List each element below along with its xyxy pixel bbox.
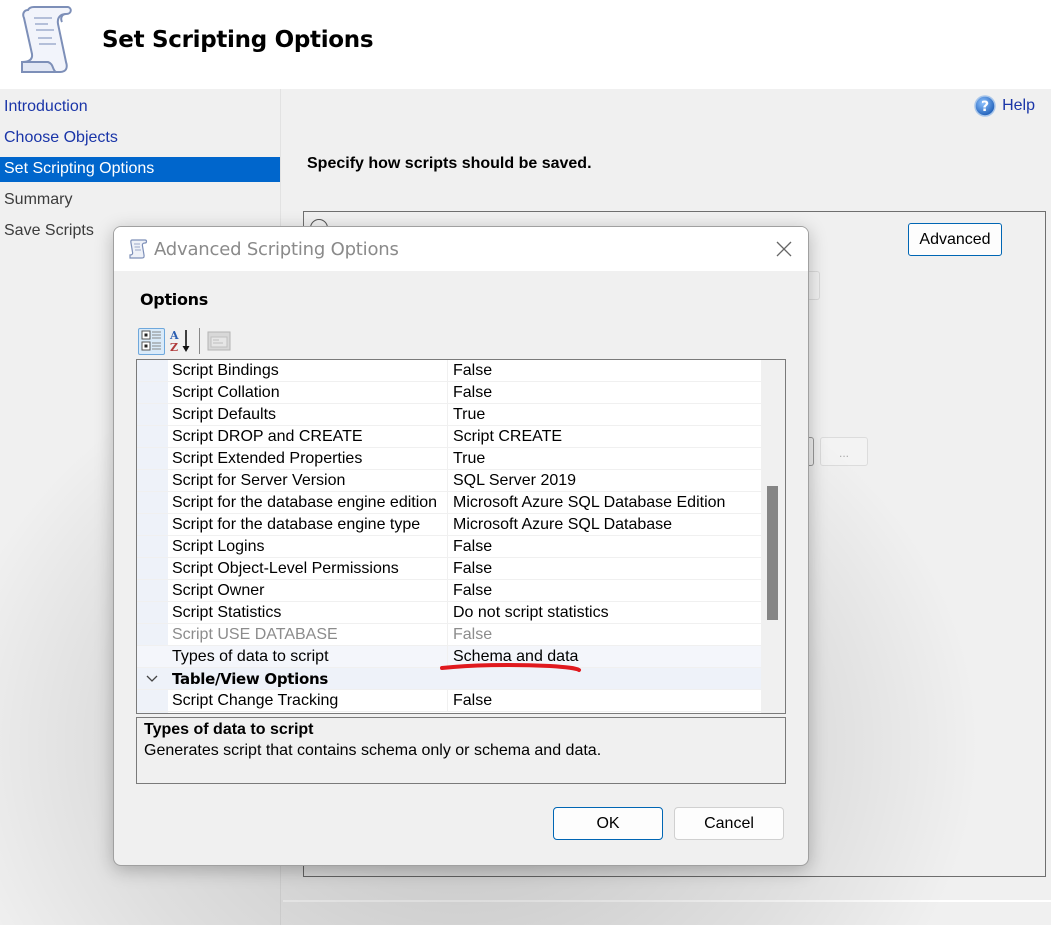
footer-divider [283, 900, 1051, 902]
property-value[interactable]: False [453, 692, 492, 710]
property-row-script-use-database: Script USE DATABASE False [137, 624, 761, 646]
vertical-scrollbar[interactable] [761, 360, 785, 713]
instruction-text: Specify how scripts should be saved. [307, 155, 592, 172]
property-value[interactable]: False [453, 538, 492, 556]
property-name: Script Object-Level Permissions [172, 560, 399, 577]
browse-button[interactable]: ... [820, 437, 868, 466]
property-row-script-collation[interactable]: Script Collation False [137, 382, 761, 404]
property-name: Script DROP and CREATE [172, 428, 363, 445]
advanced-scripting-options-dialog: Advanced Scripting Options Options A Z S… [113, 226, 809, 866]
description-title: Types of data to script [144, 721, 314, 738]
property-value[interactable]: False [453, 582, 492, 600]
sort-alphabetical-icon: A Z [169, 329, 189, 354]
property-value[interactable]: False [453, 560, 492, 578]
property-value[interactable]: True [453, 406, 485, 424]
property-row-script-logins[interactable]: Script Logins False [137, 536, 761, 558]
property-row-script-bindings[interactable]: Script Bindings False [137, 360, 761, 382]
ok-button[interactable]: OK [553, 807, 663, 840]
property-name: Script for Server Version [172, 472, 346, 489]
description-text: Generates script that contains schema on… [144, 742, 602, 759]
property-name: Script Extended Properties [172, 450, 363, 467]
dialog-titlebar[interactable]: Advanced Scripting Options [114, 227, 808, 271]
help-icon: ? [974, 95, 996, 117]
sidebar-item-summary: Summary [4, 191, 73, 208]
close-icon[interactable] [772, 237, 796, 261]
property-row-script-owner[interactable]: Script Owner False [137, 580, 761, 602]
property-row-script-change-tracking[interactable]: Script Change Tracking False [137, 690, 761, 712]
property-name: Types of data to script [172, 648, 329, 665]
help-label[interactable]: Help [1002, 97, 1035, 115]
category-row-table-view-options[interactable]: Table/View Options [137, 668, 761, 690]
property-row-engine-type[interactable]: Script for the database engine type Micr… [137, 514, 761, 536]
property-name: Script Owner [172, 582, 265, 599]
property-row-object-level-permissions[interactable]: Script Object-Level Permissions False [137, 558, 761, 580]
property-row-engine-edition[interactable]: Script for the database engine edition M… [137, 492, 761, 514]
sidebar-item-introduction[interactable]: Introduction [0, 95, 280, 120]
scroll-icon [21, 6, 72, 73]
scrollbar-thumb[interactable] [767, 486, 778, 620]
svg-text:Z: Z [170, 341, 178, 354]
sidebar-item-choose-objects[interactable]: Choose Objects [0, 126, 280, 151]
property-name: Script for the database engine type [172, 516, 421, 533]
toolbar-separator [199, 328, 200, 354]
property-description-panel: Types of data to script Generates script… [136, 717, 786, 784]
property-value[interactable]: SQL Server 2019 [453, 472, 576, 490]
property-name: Script Logins [172, 538, 265, 555]
options-heading: Options [140, 290, 208, 309]
property-name: Script for the database engine edition [172, 494, 438, 511]
property-value[interactable]: Script CREATE [453, 428, 562, 446]
property-value[interactable]: Schema and data [453, 648, 578, 666]
help-link[interactable]: ? Help [974, 95, 1035, 117]
property-value[interactable]: Microsoft Azure SQL Database Edition [453, 494, 725, 512]
scroll-icon [129, 239, 148, 259]
alphabetical-sort-button[interactable]: A Z [167, 328, 194, 355]
cancel-button[interactable]: Cancel [674, 807, 784, 840]
property-value[interactable]: Microsoft Azure SQL Database [453, 516, 672, 534]
property-value[interactable]: True [453, 450, 485, 468]
advanced-button[interactable]: Advanced [908, 223, 1002, 256]
property-value: False [453, 626, 493, 643]
wizard-header: Set Scripting Options [0, 0, 1051, 89]
property-name: Script Change Tracking [172, 692, 339, 709]
property-name: Script USE DATABASE [172, 626, 338, 643]
property-grid: Script Bindings False Script Collation F… [136, 359, 786, 714]
sidebar-item-set-scripting-options[interactable]: Set Scripting Options [0, 157, 280, 182]
property-pages-button[interactable] [205, 328, 232, 355]
property-value[interactable]: False [453, 362, 492, 380]
property-row-script-defaults[interactable]: Script Defaults True [137, 404, 761, 426]
property-name: Script Statistics [172, 604, 282, 621]
property-name: Script Bindings [172, 362, 279, 379]
dialog-title: Advanced Scripting Options [154, 239, 399, 260]
property-row-types-of-data-to-script[interactable]: Types of data to script Schema and data [137, 646, 761, 668]
property-row-script-statistics[interactable]: Script Statistics Do not script statisti… [137, 602, 761, 624]
chevron-down-icon[interactable] [145, 672, 159, 686]
categorized-view-icon [141, 330, 161, 351]
property-row-script-for-server-version[interactable]: Script for Server Version SQL Server 201… [137, 470, 761, 492]
categorized-view-button[interactable] [138, 327, 165, 355]
category-name: Table/View Options [172, 670, 329, 688]
property-grid-toolbar: A Z [138, 327, 232, 355]
property-value[interactable]: False [453, 384, 492, 402]
property-pages-icon [207, 331, 230, 351]
page-title: Set Scripting Options [102, 27, 374, 53]
svg-text:?: ? [981, 99, 989, 115]
property-row-script-extended-properties[interactable]: Script Extended Properties True [137, 448, 761, 470]
property-value[interactable]: Do not script statistics [453, 604, 609, 622]
property-name: Script Collation [172, 384, 280, 401]
property-name: Script Defaults [172, 406, 277, 423]
property-row-script-drop-and-create[interactable]: Script DROP and CREATE Script CREATE [137, 426, 761, 448]
